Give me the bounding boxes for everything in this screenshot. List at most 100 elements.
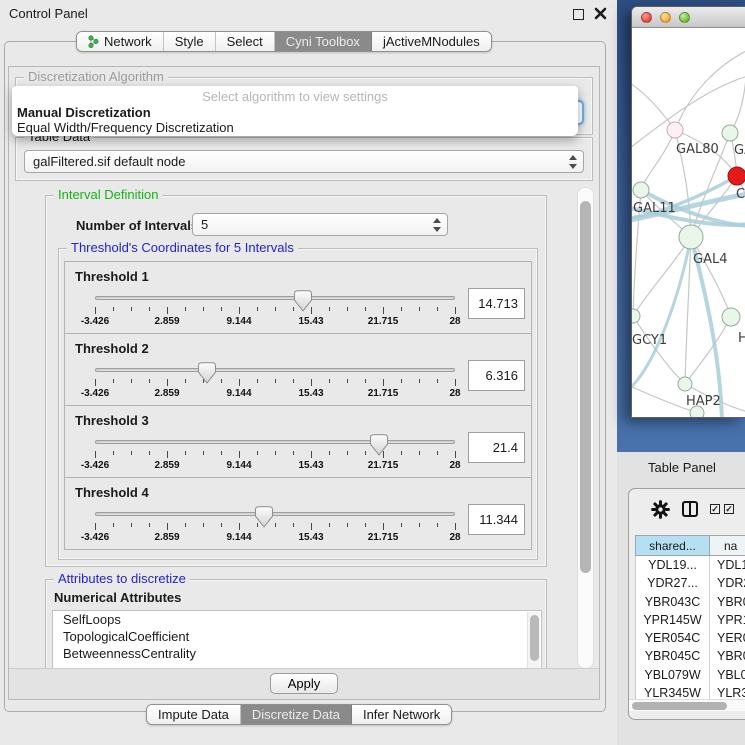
panel-title: Control Panel bbox=[9, 6, 88, 21]
slider-thumb[interactable] bbox=[255, 506, 273, 528]
cell-shared-name[interactable]: YBR045C bbox=[636, 647, 710, 665]
apply-button[interactable]: Apply bbox=[270, 673, 338, 694]
control-panel-titlebar: Control Panel bbox=[0, 0, 617, 26]
cell-shared-name[interactable]: YDL19... bbox=[636, 556, 710, 574]
table-row[interactable]: YBL079WYBL0 bbox=[636, 666, 745, 684]
threshold-value-field[interactable]: 21.4 bbox=[468, 432, 525, 463]
tab-impute-data[interactable]: Impute Data bbox=[147, 705, 241, 724]
threshold-slider[interactable]: -3.4262.8599.14415.4321.71528 bbox=[95, 436, 455, 476]
number-of-intervals-combobox[interactable]: 5 bbox=[192, 213, 448, 236]
attribute-list-item[interactable]: TopologicalCoefficient bbox=[53, 628, 541, 645]
cell-name[interactable]: YDR2 bbox=[710, 574, 745, 592]
network-edge-highlighted[interactable] bbox=[632, 237, 691, 388]
table-toolbar: ✓ ✓ bbox=[629, 489, 745, 529]
table-header-row: shared... na bbox=[635, 535, 745, 556]
table-horizontal-scrollbar[interactable] bbox=[629, 699, 745, 711]
apply-bar: Apply bbox=[9, 668, 599, 699]
tab-network[interactable]: Network bbox=[77, 32, 164, 51]
dropdown-option[interactable]: Equal Width/Frequency Discretization bbox=[12, 120, 578, 135]
slider-track[interactable] bbox=[95, 512, 455, 516]
cell-shared-name[interactable]: YBR043C bbox=[636, 593, 710, 611]
cell-shared-name[interactable]: YBL079W bbox=[636, 666, 710, 684]
cell-shared-name[interactable]: YDR27... bbox=[636, 574, 710, 592]
table-row[interactable]: YPR145WYPR1 bbox=[636, 611, 745, 629]
slider-tick-label: 15.43 bbox=[298, 316, 323, 327]
threshold-slider[interactable]: -3.4262.8599.14415.4321.71528 bbox=[95, 508, 455, 548]
tab-cyni-toolbox[interactable]: Cyni Toolbox bbox=[275, 32, 372, 51]
checkbox-icon[interactable]: ✓ bbox=[710, 504, 720, 514]
tab-infer-network[interactable]: Infer Network bbox=[352, 705, 451, 724]
cell-name[interactable]: YBR0 bbox=[710, 647, 745, 665]
network-node[interactable] bbox=[679, 225, 703, 249]
column-header-name[interactable]: na bbox=[710, 536, 745, 555]
network-node[interactable] bbox=[690, 406, 704, 417]
slider-thumb[interactable] bbox=[294, 290, 312, 312]
table-row[interactable]: YDR27...YDR2 bbox=[636, 574, 745, 592]
network-window-titlebar[interactable] bbox=[632, 7, 745, 28]
slider-tick-label: 15.43 bbox=[298, 460, 323, 471]
network-node[interactable] bbox=[667, 122, 683, 138]
cell-name[interactable]: YBR0 bbox=[710, 593, 745, 611]
table-row[interactable]: YDL19...YDL1 bbox=[636, 556, 745, 574]
network-canvas[interactable]: GAL80GACGAL11GAL4GCY1HHAP2 bbox=[632, 28, 745, 417]
slider-thumb[interactable] bbox=[198, 362, 216, 384]
table-row[interactable]: YER054CYER0 bbox=[636, 629, 745, 647]
settings-scrollbar[interactable] bbox=[577, 187, 594, 669]
slider-tick bbox=[149, 523, 150, 527]
table-panel-body: ✓ ✓ shared... na YDL19...YDL1YDR27...YDR… bbox=[628, 488, 745, 720]
tab-style[interactable]: Style bbox=[164, 32, 216, 51]
network-edge[interactable] bbox=[730, 78, 745, 133]
network-node[interactable] bbox=[728, 167, 745, 185]
cell-name[interactable]: YBL0 bbox=[710, 666, 745, 684]
tab-jactivemnodules[interactable]: jActiveMNodules bbox=[372, 32, 491, 51]
slider-tick bbox=[401, 307, 402, 311]
minimize-window-icon[interactable] bbox=[660, 12, 671, 23]
slider-tick bbox=[257, 379, 258, 383]
float-panel-icon[interactable] bbox=[573, 9, 584, 20]
table-row[interactable]: YBR043CYBR0 bbox=[636, 593, 745, 611]
slider-tick-label: 21.715 bbox=[368, 316, 399, 327]
split-columns-icon[interactable] bbox=[682, 501, 698, 517]
threshold-value-field[interactable]: 14.713 bbox=[468, 288, 525, 319]
slider-tick bbox=[113, 307, 114, 311]
threshold-value-field[interactable]: 6.316 bbox=[468, 360, 525, 391]
slider-track[interactable] bbox=[95, 296, 455, 300]
threshold-value-field[interactable]: 11.344 bbox=[468, 504, 525, 535]
close-window-icon[interactable] bbox=[641, 12, 652, 23]
tab-discretize-data[interactable]: Discretize Data bbox=[241, 705, 352, 724]
dropdown-option[interactable]: Manual Discretization bbox=[12, 105, 578, 120]
checkbox-icon[interactable]: ✓ bbox=[724, 504, 734, 514]
network-edge[interactable] bbox=[691, 237, 731, 317]
network-node[interactable] bbox=[632, 309, 640, 323]
slider-thumb[interactable] bbox=[370, 434, 388, 456]
tab-label: Impute Data bbox=[158, 707, 229, 722]
table-data-combobox[interactable]: galFiltered.sif default node bbox=[24, 150, 584, 173]
cell-shared-name[interactable]: YPR145W bbox=[636, 611, 710, 629]
numerical-attributes-list[interactable]: SelfLoopsTopologicalCoefficientBetweenne… bbox=[52, 610, 542, 669]
cell-shared-name[interactable]: YER054C bbox=[636, 629, 710, 647]
network-edge[interactable] bbox=[675, 50, 745, 130]
attribute-list-item[interactable]: SelfLoops bbox=[53, 611, 541, 628]
network-node[interactable] bbox=[722, 308, 740, 326]
network-edge[interactable] bbox=[641, 130, 675, 190]
close-icon[interactable] bbox=[594, 7, 607, 20]
cell-name[interactable]: YER0 bbox=[710, 629, 745, 647]
threshold-slider[interactable]: -3.4262.8599.14415.4321.71528 bbox=[95, 364, 455, 404]
attributes-scrollbar[interactable] bbox=[527, 612, 540, 669]
table-row[interactable]: YBR045CYBR0 bbox=[636, 647, 745, 665]
cell-name[interactable]: YDL1 bbox=[710, 556, 745, 574]
network-node[interactable] bbox=[633, 182, 649, 198]
network-edge[interactable] bbox=[632, 83, 675, 130]
cell-name[interactable]: YPR1 bbox=[710, 611, 745, 629]
gear-icon[interactable] bbox=[651, 500, 670, 524]
network-node[interactable] bbox=[722, 125, 738, 141]
slider-track[interactable] bbox=[95, 440, 455, 444]
column-header-shared-name[interactable]: shared... bbox=[636, 536, 710, 555]
threshold-slider[interactable]: -3.4262.8599.14415.4321.71528 bbox=[95, 292, 455, 332]
network-node[interactable] bbox=[678, 377, 692, 391]
zoom-window-icon[interactable] bbox=[679, 12, 690, 23]
attribute-list-item[interactable]: BetweennessCentrality bbox=[53, 645, 541, 662]
slider-track[interactable] bbox=[95, 368, 455, 372]
tab-select[interactable]: Select bbox=[216, 32, 275, 51]
network-edge[interactable] bbox=[685, 317, 731, 384]
